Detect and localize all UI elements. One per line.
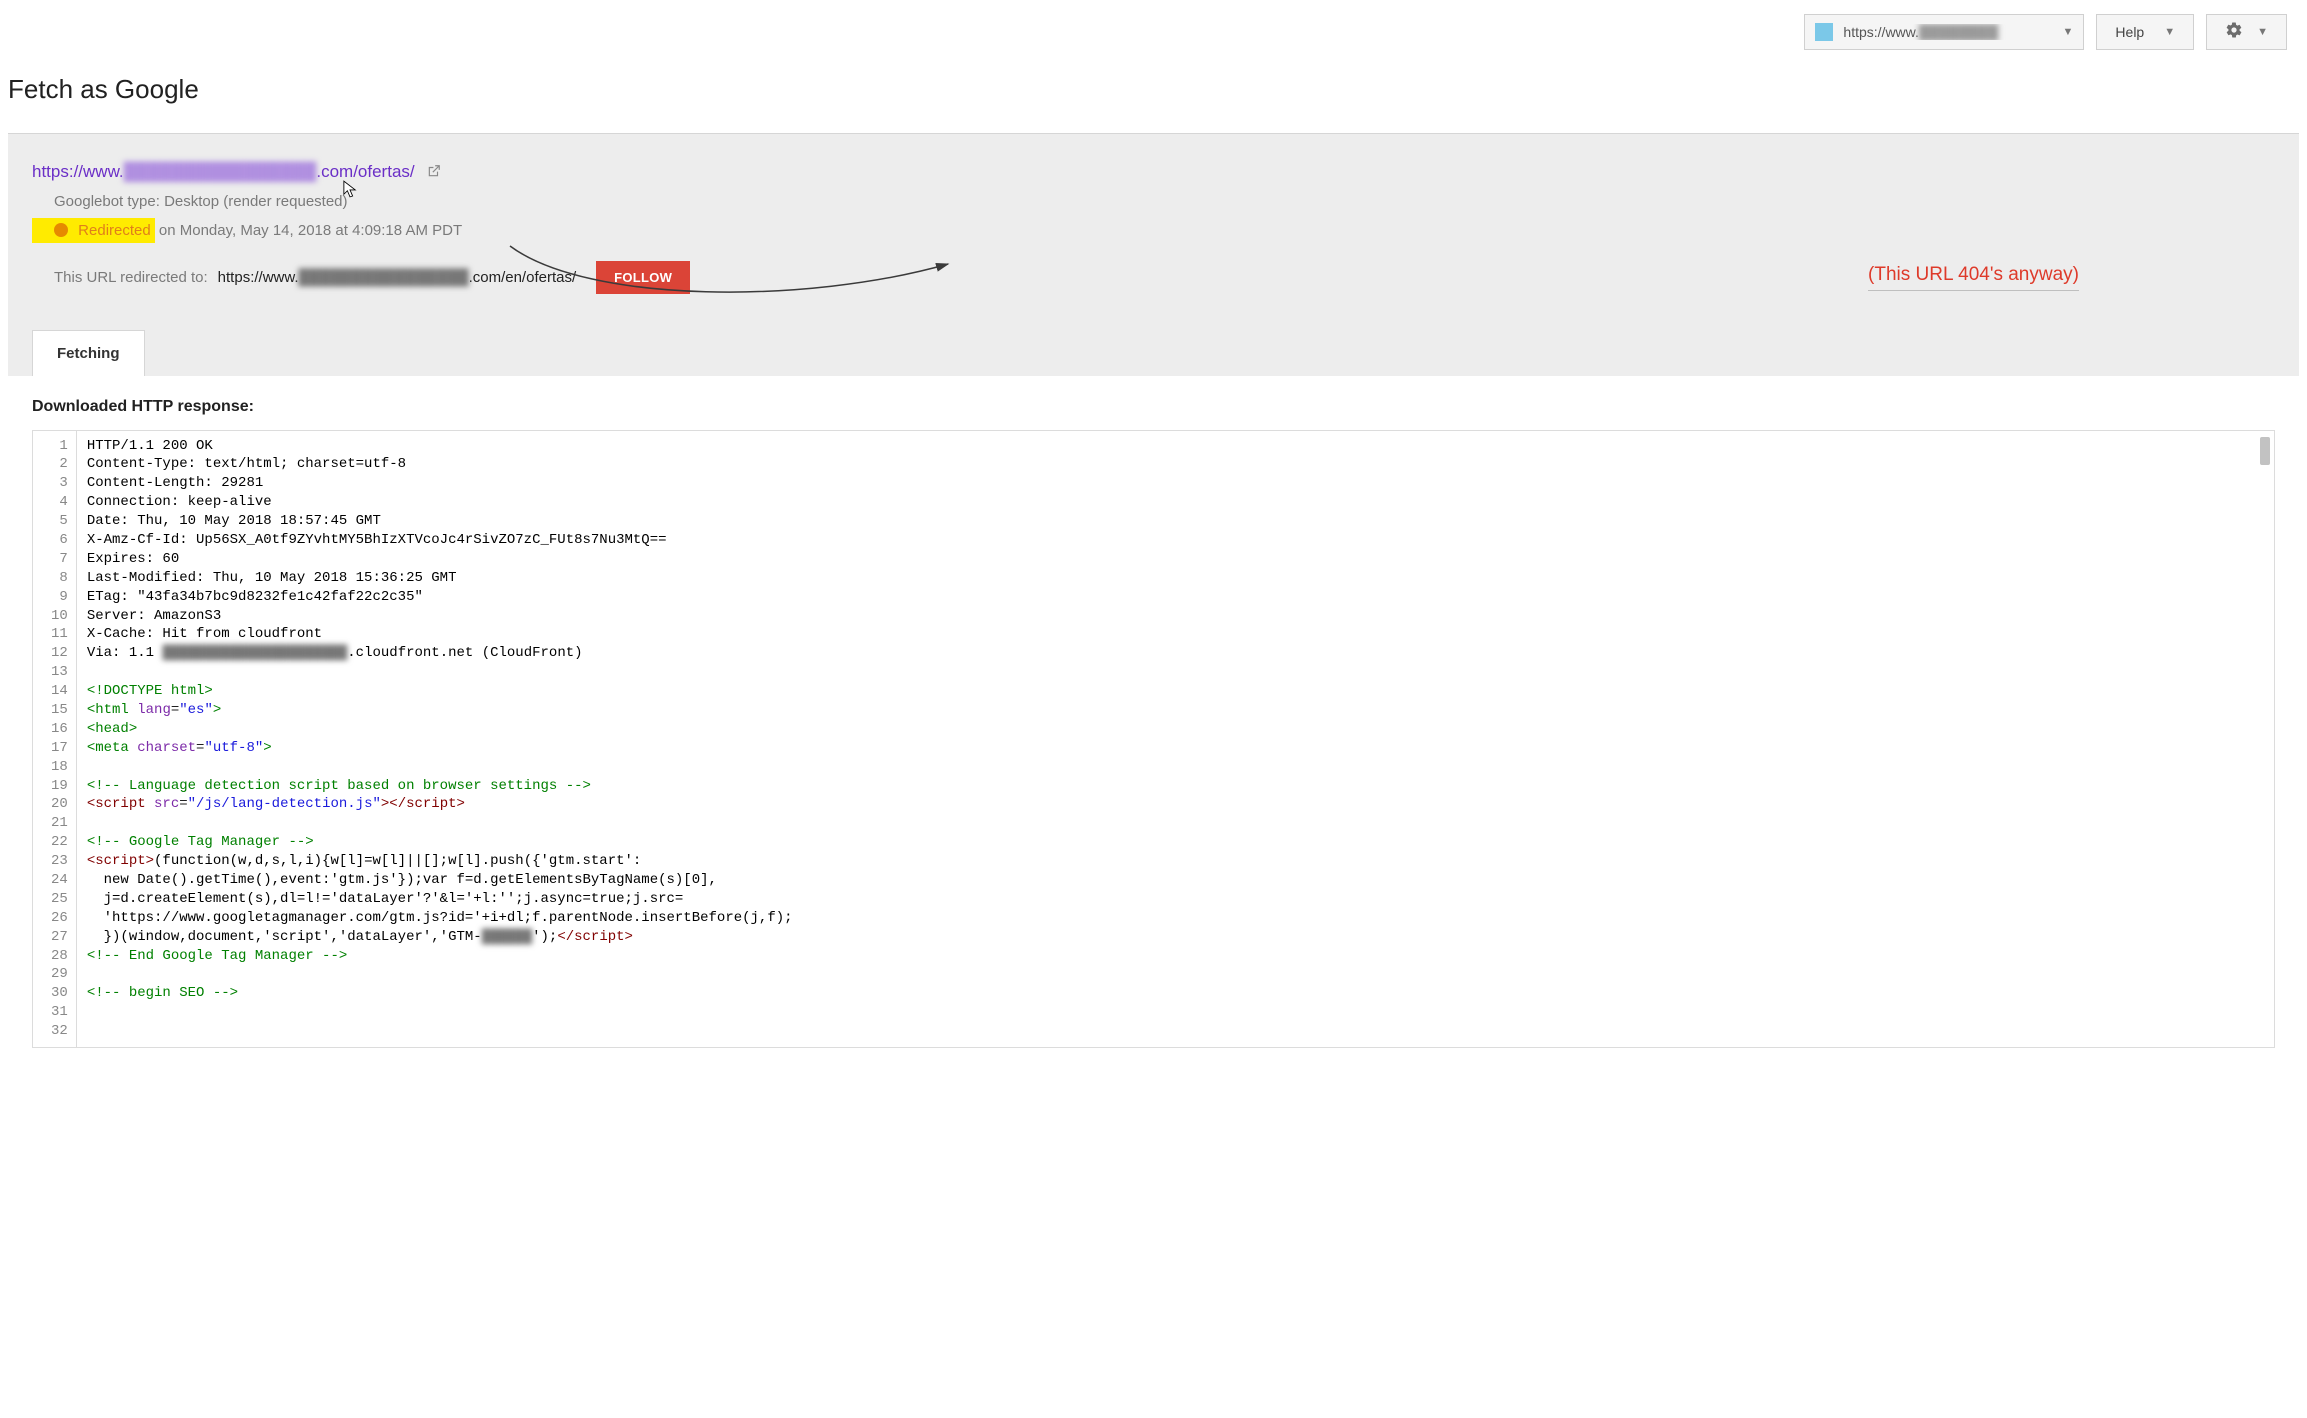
warning-icon <box>54 223 68 237</box>
site-selector[interactable]: https://www.████████ ▼ <box>1804 14 2084 50</box>
http-response-code[interactable]: 1 2 3 4 5 6 7 8 9 10 11 12 13 14 15 16 1… <box>32 430 2275 1049</box>
response-section: Downloaded HTTP response: 1 2 3 4 5 6 7 … <box>8 376 2299 1049</box>
result-panel: https://www.████████████████.com/ofertas… <box>8 133 2299 376</box>
site-favicon <box>1815 23 1833 41</box>
external-link-icon[interactable] <box>427 163 441 183</box>
redirect-label: This URL redirected to: <box>54 269 208 286</box>
follow-button[interactable]: FOLLOW <box>596 261 690 294</box>
status-highlight: Redirected <box>32 218 155 243</box>
chevron-down-icon: ▼ <box>2257 26 2268 38</box>
status-timestamp: on Monday, May 14, 2018 at 4:09:18 AM PD… <box>155 222 462 239</box>
annotation-text: (This URL 404's anyway) <box>1868 264 2079 291</box>
fetched-url: https://www.████████████████.com/ofertas… <box>32 162 2275 183</box>
fetched-url-link[interactable]: https://www.████████████████.com/ofertas… <box>32 162 419 181</box>
gear-icon <box>2225 21 2243 44</box>
status-word: Redirected <box>78 222 151 239</box>
chevron-down-icon: ▼ <box>2164 26 2175 38</box>
line-number-gutter: 1 2 3 4 5 6 7 8 9 10 11 12 13 14 15 16 1… <box>33 431 77 1048</box>
scrollbar-thumb[interactable] <box>2260 437 2270 465</box>
tabs: Fetching <box>32 330 2275 376</box>
help-label: Help <box>2115 24 2144 40</box>
page-title: Fetch as Google <box>0 50 2307 133</box>
site-url: https://www.████████ <box>1843 24 2054 40</box>
redirect-target: https://www.████████████████.com/en/ofer… <box>218 269 576 286</box>
help-button[interactable]: Help ▼ <box>2096 14 2194 50</box>
code-content: HTTP/1.1 200 OK Content-Type: text/html;… <box>77 431 2274 1048</box>
response-heading: Downloaded HTTP response: <box>32 398 2275 416</box>
tab-fetching[interactable]: Fetching <box>32 330 145 376</box>
status-line: Redirected on Monday, May 14, 2018 at 4:… <box>32 218 2275 243</box>
googlebot-type: Googlebot type: Desktop (render requeste… <box>32 193 2275 210</box>
top-toolbar: https://www.████████ ▼ Help ▼ ▼ <box>0 0 2307 50</box>
chevron-down-icon: ▼ <box>2063 26 2074 38</box>
settings-button[interactable]: ▼ <box>2206 14 2287 50</box>
